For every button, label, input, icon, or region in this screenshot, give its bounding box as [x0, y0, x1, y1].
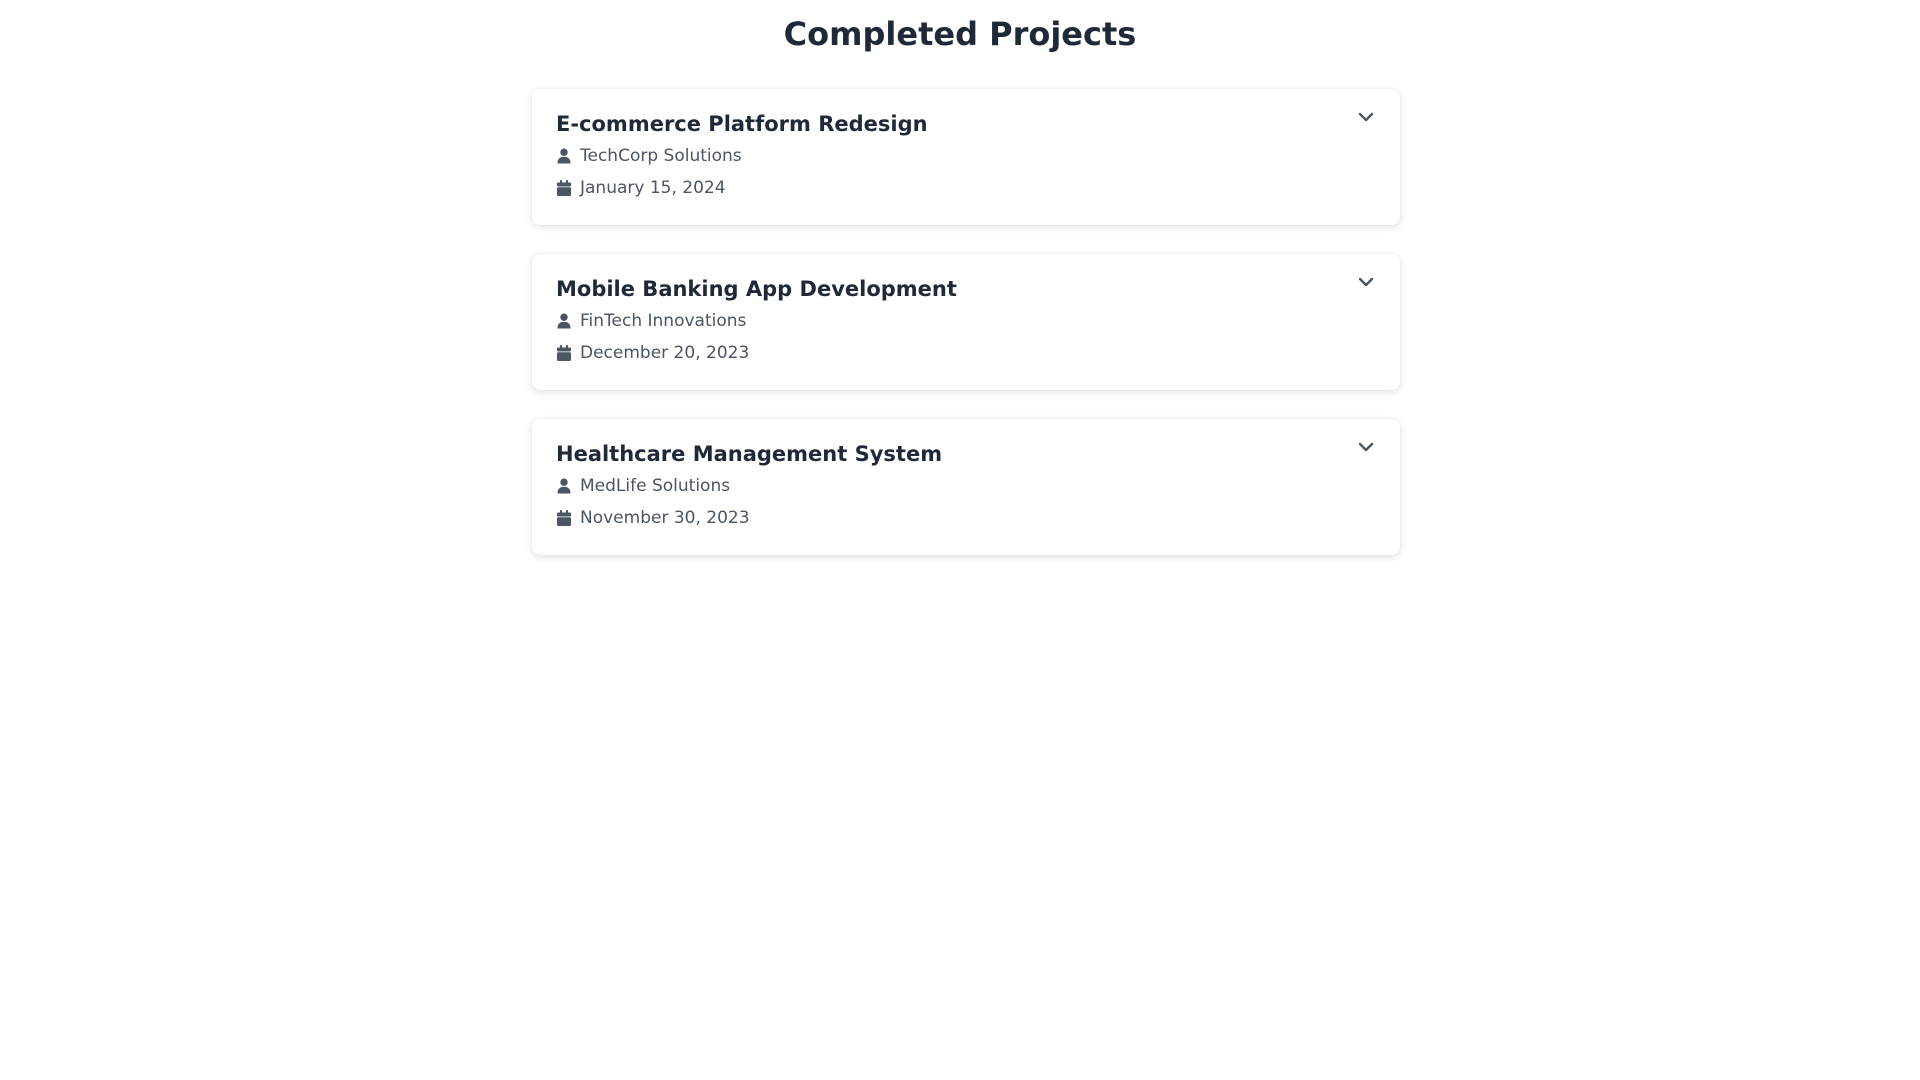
project-client-row: FinTech Innovations	[556, 305, 1376, 337]
project-date: December 20, 2023	[580, 343, 750, 363]
expand-toggle-button[interactable]	[1354, 270, 1378, 294]
chevron-down-icon	[1358, 277, 1374, 287]
user-icon	[556, 148, 571, 164]
project-card[interactable]: Healthcare Management System MedLife Sol…	[532, 419, 1400, 555]
calendar-icon	[556, 510, 571, 526]
completed-projects-page: Completed Projects E-commerce Platform R…	[0, 0, 1920, 1080]
project-date: January 15, 2024	[580, 178, 726, 198]
expand-toggle-button[interactable]	[1354, 105, 1378, 129]
project-client: MedLife Solutions	[580, 476, 731, 496]
project-list: E-commerce Platform Redesign TechCorp So…	[532, 89, 1400, 584]
project-client-row: MedLife Solutions	[556, 470, 1376, 502]
chevron-down-icon	[1358, 442, 1374, 452]
calendar-icon	[556, 180, 571, 196]
project-title: Healthcare Management System	[556, 442, 943, 466]
project-title: E-commerce Platform Redesign	[556, 112, 928, 136]
project-card[interactable]: E-commerce Platform Redesign TechCorp So…	[532, 89, 1400, 225]
project-date-row: December 20, 2023	[556, 337, 1376, 369]
project-date-row: January 15, 2024	[556, 172, 1376, 204]
chevron-down-icon	[1358, 112, 1374, 122]
project-client-row: TechCorp Solutions	[556, 140, 1376, 172]
calendar-icon	[556, 345, 571, 361]
project-date-row: November 30, 2023	[556, 502, 1376, 534]
project-client: FinTech Innovations	[580, 311, 747, 331]
user-icon	[556, 313, 571, 329]
page-title: Completed Projects	[783, 15, 1137, 53]
expand-toggle-button[interactable]	[1354, 435, 1378, 459]
project-card[interactable]: Mobile Banking App Development FinTech I…	[532, 254, 1400, 390]
project-client: TechCorp Solutions	[580, 146, 742, 166]
project-date: November 30, 2023	[580, 508, 750, 528]
project-title: Mobile Banking App Development	[556, 277, 957, 301]
user-icon	[556, 478, 571, 494]
